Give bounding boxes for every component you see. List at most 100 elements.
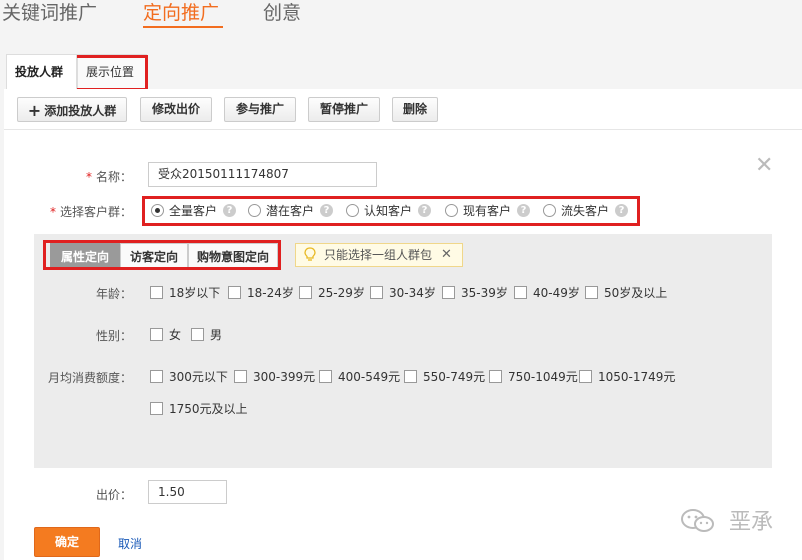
name-label-text: 名称： [95,170,132,184]
cancel-link[interactable]: 取消 [118,535,142,552]
checkbox-label: 女 [169,328,182,342]
help-icon[interactable]: ? [223,204,237,217]
checkbox-age-40-49[interactable]: 40-49岁 [514,285,580,301]
radio-label: 流失客户 [561,204,610,218]
radio-circle [543,204,556,217]
radio-circle-selected [151,204,164,217]
tab-creative[interactable]: 创意 [263,0,301,26]
checkbox-box [442,286,455,299]
checkbox-label: 50岁及以上 [604,286,668,300]
checkbox-age-50-plus[interactable]: 50岁及以上 [585,285,667,301]
checkbox-spend-300-399[interactable]: 300-399元 [234,369,315,385]
bid-input[interactable]: 1.50 [148,480,227,504]
subtab-audience[interactable]: 投放人群 [6,54,77,89]
tip-banner: 只能选择一组人群包 ✕ [295,243,463,267]
checkbox-box [299,286,312,299]
checkbox-age-35-39[interactable]: 35-39岁 [442,285,508,301]
checkbox-label: 男 [210,328,223,342]
checkbox-age-25-29[interactable]: 25-29岁 [299,285,365,301]
checkbox-label: 300-399元 [253,370,316,384]
radio-label: 全量客户 [169,204,218,218]
lightbulb-icon [304,247,316,261]
watermark-text: 垩承 [729,510,774,535]
watermark: 垩承 [680,508,773,538]
checkbox-spend-1050-1749[interactable]: 1050-1749元 [579,369,675,385]
checkbox-label: 18岁以下 [169,286,221,300]
tab-targeted-promotion[interactable]: 定向推广 [143,0,219,26]
spend-label: 月均消费额度： [47,371,132,385]
help-icon[interactable]: ? [517,204,531,217]
checkbox-label: 25-29岁 [318,286,365,300]
radio-lost-customers[interactable]: 流失客户? [543,202,629,220]
checkbox-label: 1050-1749元 [598,370,676,384]
radio-all-customers[interactable]: 全量客户? [151,202,237,220]
checkbox-box [150,328,163,341]
radio-label: 潜在客户 [266,204,315,218]
radio-potential-customers[interactable]: 潜在客户? [248,202,334,220]
pause-promotion-button[interactable]: 暂停推广 [308,97,380,122]
radio-circle [248,204,261,217]
checkbox-age-30-34[interactable]: 30-34岁 [370,285,436,301]
radio-label: 认知客户 [364,204,413,218]
customer-group-label-text: 选择客户群： [59,205,132,219]
gender-label: 性别： [95,329,132,343]
checkbox-spend-under-300[interactable]: 300元以下 [150,369,228,385]
edit-bid-button[interactable]: 修改出价 [140,97,212,122]
help-icon[interactable]: ? [320,204,334,217]
checkbox-label: 750-1049元 [508,370,578,384]
checkbox-age-18-24[interactable]: 18-24岁 [228,285,294,301]
checkbox-box [150,370,163,383]
help-icon[interactable]: ? [615,204,629,217]
checkbox-label: 40-49岁 [533,286,580,300]
checkbox-box [228,286,241,299]
checkbox-box [234,370,247,383]
required-mark: * [85,170,92,184]
customer-group-label: * 选择客户群： [40,203,132,220]
checkbox-box [191,328,204,341]
close-icon[interactable]: ✕ [755,155,773,177]
checkbox-box [489,370,502,383]
confirm-button[interactable]: 确定 [34,527,100,557]
top-nav: 关键词推广 定向推广 创意 [0,0,802,52]
name-input[interactable]: 受众20150111174807 [148,162,377,187]
checkbox-label: 35-39岁 [461,286,508,300]
wechat-icon [681,509,714,532]
join-promotion-button[interactable]: 参与推广 [224,97,296,122]
radio-aware-customers[interactable]: 认知客户? [346,202,432,220]
add-audience-button[interactable]: + 添加投放人群 [17,97,127,122]
required-mark: * [49,205,56,219]
plus-icon: + [27,101,42,120]
bid-label: 出价： [95,488,132,502]
checkbox-label: 550-749元 [423,370,486,384]
active-tab-underline [143,26,223,28]
checkbox-age-under-18[interactable]: 18岁以下 [150,285,220,301]
checkbox-box [150,402,163,415]
checkbox-spend-550-749[interactable]: 550-749元 [404,369,485,385]
checkbox-box [585,286,598,299]
subtab-placement[interactable]: 展示位置 [77,54,147,89]
help-icon[interactable]: ? [418,204,432,217]
checkbox-label: 300元以下 [169,370,228,384]
tab-shopping-intent-targeting[interactable]: 购物意图定向 [188,243,278,269]
checkbox-spend-1750-plus[interactable]: 1750元及以上 [150,401,248,417]
checkbox-box [370,286,383,299]
checkbox-box [514,286,527,299]
tab-attribute-targeting[interactable]: 属性定向 [50,243,120,269]
delete-button[interactable]: 删除 [392,97,438,122]
radio-circle [346,204,359,217]
tip-close-icon[interactable]: ✕ [441,244,452,266]
checkbox-spend-400-549[interactable]: 400-549元 [319,369,400,385]
tab-visitor-targeting[interactable]: 访客定向 [120,243,188,269]
checkbox-spend-750-1049[interactable]: 750-1049元 [489,369,578,385]
add-audience-label: 添加投放人群 [44,104,117,118]
checkbox-label: 18-24岁 [247,286,294,300]
age-label: 年龄： [95,287,132,301]
toolbar: + 添加投放人群 修改出价 参与推广 暂停推广 删除 [4,89,802,129]
name-label: * 名称： [40,168,132,185]
checkbox-label: 30-34岁 [389,286,436,300]
checkbox-gender-male[interactable]: 男 [191,327,222,343]
checkbox-gender-female[interactable]: 女 [150,327,181,343]
tab-keyword-promotion[interactable]: 关键词推广 [2,0,97,26]
checkbox-box [404,370,417,383]
radio-existing-customers[interactable]: 现有客户? [445,202,531,220]
